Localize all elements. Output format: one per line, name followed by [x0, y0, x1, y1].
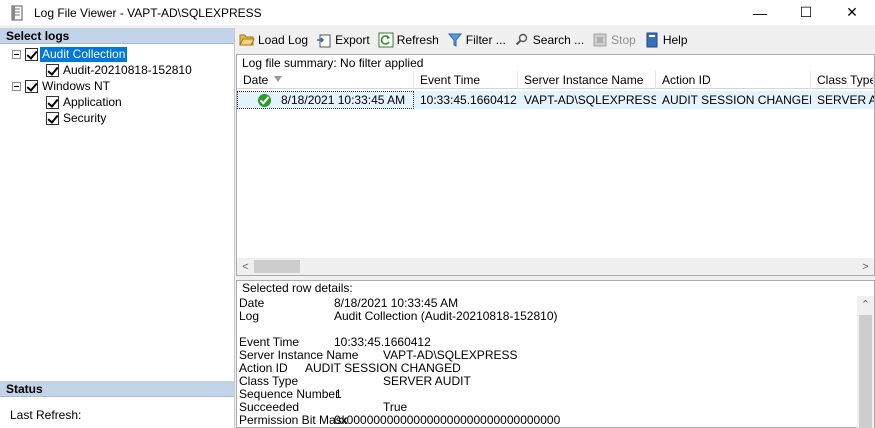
export-label: Export — [335, 33, 370, 47]
cell-server-instance: VAPT-AD\SQLEXPRESS — [524, 93, 656, 107]
help-label: Help — [662, 33, 688, 47]
scroll-left-icon[interactable]: < — [237, 258, 254, 275]
detail-log-label: Log — [239, 309, 260, 323]
filter-icon — [447, 32, 463, 48]
search-button[interactable]: Search ... — [514, 32, 584, 48]
column-header-date[interactable]: Date — [237, 71, 414, 89]
stop-label: Stop — [611, 33, 636, 47]
title-bar: Log File Viewer - VAPT-AD\SQLEXPRESS — ☐… — [0, 0, 875, 25]
detail-log-value: Audit Collection (Audit-20210818-152810) — [334, 309, 558, 323]
column-header-server-instance[interactable]: Server Instance Name — [518, 71, 656, 89]
horizontal-scrollbar[interactable]: < > — [237, 258, 874, 275]
success-check-icon — [258, 93, 271, 107]
tree-item-security[interactable]: Security — [46, 110, 108, 126]
audit-file-checkbox[interactable] — [46, 63, 59, 77]
export-icon — [316, 32, 332, 48]
tree-item-label[interactable]: Security — [61, 111, 108, 126]
tree-item-audit-file[interactable]: Audit-20210818-152810 — [46, 62, 194, 78]
vertical-scrollbar[interactable]: ⌃ — [857, 296, 874, 428]
detail-permission-label: Permission Bit Mask — [239, 413, 348, 427]
tree-item-application[interactable]: Application — [46, 94, 124, 110]
tree-item-label[interactable]: Windows NT — [40, 79, 112, 94]
stop-button[interactable]: Stop — [592, 32, 636, 48]
cell-date: 8/18/2021 10:33:45 AM — [237, 91, 414, 109]
column-header-event-time[interactable]: Event Time — [414, 71, 518, 89]
audit-collection-checkbox[interactable] — [25, 47, 38, 61]
refresh-button[interactable]: Refresh — [378, 32, 439, 48]
help-button[interactable]: Help — [644, 32, 688, 48]
logs-tree: Audit Collection Audit-20210818-152810 W… — [0, 44, 234, 380]
load-log-button[interactable]: Load Log — [239, 32, 308, 48]
last-refresh-label: Last Refresh: — [10, 408, 82, 422]
collapse-icon[interactable] — [12, 81, 21, 91]
refresh-label: Refresh — [396, 33, 439, 47]
stop-icon — [592, 32, 608, 48]
scroll-track[interactable] — [254, 258, 857, 275]
tree-item-windows-nt[interactable]: Windows NT — [12, 78, 112, 94]
window-title: Log File Viewer - VAPT-AD\SQLEXPRESS — [34, 5, 262, 20]
table-row[interactable]: 8/18/2021 10:33:45 AM 10:33:45.1660412 V… — [237, 91, 874, 109]
filter-label: Filter ... — [465, 33, 506, 47]
scroll-thumb[interactable] — [254, 260, 300, 273]
select-logs-header: Select logs — [0, 28, 234, 44]
tree-item-label[interactable]: Application — [61, 95, 124, 110]
status-header: Status — [0, 381, 234, 397]
collapse-icon[interactable] — [12, 49, 21, 59]
log-grid: Log file summary: No filter applied Date… — [236, 54, 875, 276]
close-button[interactable]: ✕ — [829, 0, 875, 25]
export-button[interactable]: Export — [316, 32, 370, 48]
filter-button[interactable]: Filter ... — [447, 32, 506, 48]
security-checkbox[interactable] — [46, 111, 59, 125]
help-book-icon — [644, 32, 660, 48]
detail-seq-value: 1 — [335, 387, 342, 401]
tree-item-audit-collection[interactable]: Audit Collection — [12, 46, 128, 62]
log-viewer-app-icon — [9, 5, 25, 21]
detail-class-value: SERVER AUDIT — [383, 374, 471, 388]
scroll-thumb[interactable] — [859, 315, 872, 428]
load-log-label: Load Log — [258, 33, 309, 47]
refresh-icon — [378, 32, 394, 48]
application-checkbox[interactable] — [46, 95, 59, 109]
toolbar: Load Log Export Refresh Filter ... Searc… — [236, 28, 875, 52]
tree-item-label[interactable]: Audit-20210818-152810 — [61, 63, 194, 78]
column-header-action-id[interactable]: Action ID — [656, 71, 811, 89]
detail-permission-value: 0x00000000000000000000000000000000 — [334, 413, 561, 427]
sort-descending-icon — [274, 76, 282, 82]
search-label: Search ... — [532, 33, 585, 47]
row-details-panel: Selected row details: Date 8/18/2021 10:… — [236, 280, 875, 428]
minimize-button[interactable]: — — [737, 0, 783, 25]
cell-action-id: AUDIT SESSION CHANGED — [662, 93, 811, 107]
cell-class-type: SERVER AUDIT — [817, 93, 874, 107]
select-logs-panel: Select logs Audit Collection Audit-20210… — [0, 28, 235, 428]
folder-open-icon — [239, 32, 255, 48]
column-header-class-type[interactable]: Class Type — [811, 71, 874, 89]
cell-event-time: 10:33:45.1660412 — [420, 93, 517, 107]
search-icon — [514, 32, 530, 48]
scroll-right-icon[interactable]: > — [857, 258, 874, 275]
details-title: Selected row details: — [242, 281, 353, 295]
grid-header: Date Event Time Server Instance Name Act… — [237, 71, 874, 89]
windows-nt-checkbox[interactable] — [25, 79, 38, 93]
tree-item-label[interactable]: Audit Collection — [40, 46, 128, 62]
scroll-up-icon[interactable]: ⌃ — [857, 296, 874, 313]
log-summary: Log file summary: No filter applied — [237, 55, 874, 71]
maximize-button[interactable]: ☐ — [783, 0, 829, 25]
